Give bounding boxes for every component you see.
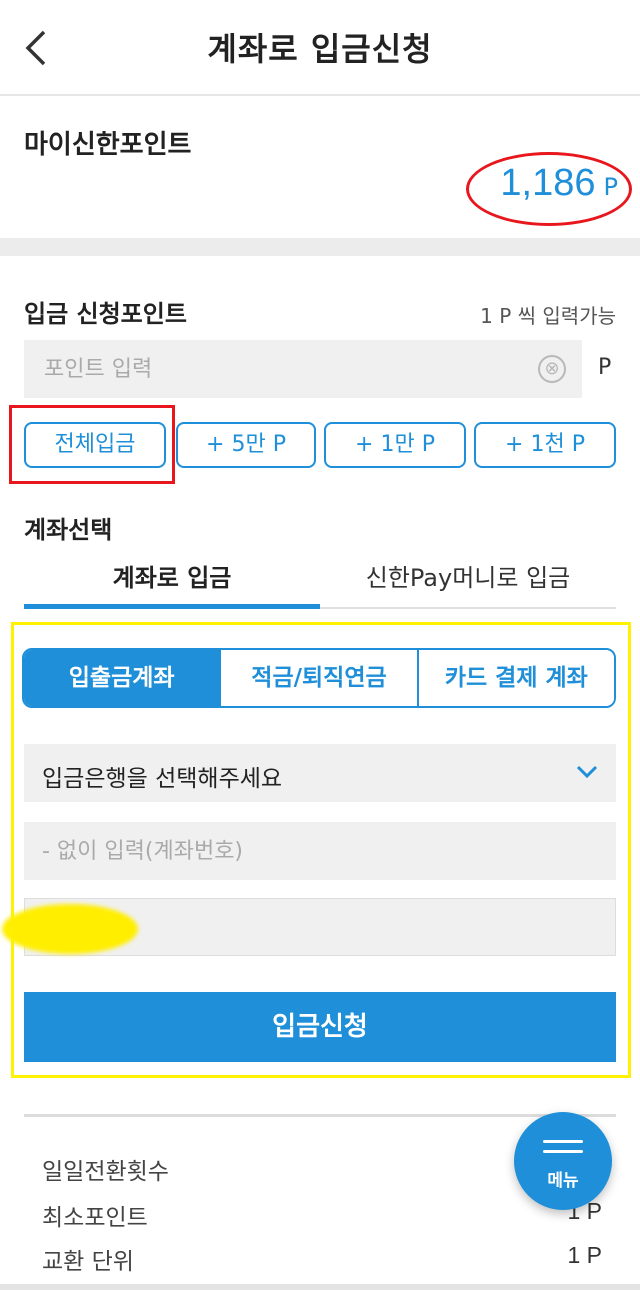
- section-divider: [0, 238, 640, 256]
- my-point-unit: P: [603, 173, 618, 201]
- my-point-section: 마이신한포인트 1,186 P: [0, 98, 640, 238]
- my-point-balance: 1,186 P: [500, 162, 618, 205]
- add-1000-button[interactable]: + 1천 P: [474, 422, 616, 468]
- app-header: 계좌로 입금신청: [0, 0, 640, 96]
- add-50000-button[interactable]: + 5만 P: [176, 422, 316, 468]
- info-value: 1 P: [567, 1242, 602, 1268]
- info-label: 최소포인트: [42, 1205, 148, 1231]
- info-row-exchange-unit: 교환 단위 1 P: [42, 1242, 602, 1276]
- menu-fab-button[interactable]: 메뉴: [514, 1112, 612, 1210]
- bank-select[interactable]: 입금은행을 선택해주세요: [24, 744, 616, 802]
- tab-active-indicator: [24, 604, 320, 609]
- page-title: 계좌로 입금신청: [207, 30, 433, 68]
- hamburger-icon: [543, 1140, 583, 1160]
- bank-select-label: 입금은행을 선택해주세요: [42, 766, 283, 792]
- segment-savings-pension[interactable]: 적금/퇴직연금: [219, 650, 417, 706]
- tab-account-deposit[interactable]: 계좌로 입금: [24, 548, 320, 608]
- account-number-input[interactable]: [24, 822, 616, 880]
- clear-icon[interactable]: ⊗: [538, 355, 566, 383]
- point-input[interactable]: [24, 340, 582, 398]
- my-point-value: 1,186: [500, 162, 596, 204]
- info-divider: [24, 1114, 616, 1117]
- deposit-request-button[interactable]: 입금신청: [24, 992, 616, 1062]
- account-type-segment: 입출금계좌 적금/퇴직연금 카드 결제 계좌: [22, 648, 616, 708]
- bottom-edge: [0, 1284, 640, 1290]
- deposit-all-button[interactable]: 전체입금: [24, 422, 166, 468]
- my-point-label: 마이신한포인트: [24, 130, 192, 160]
- apply-point-hint: 1 P 씩 입력가능: [480, 304, 616, 328]
- add-10000-button[interactable]: + 1만 P: [324, 422, 466, 468]
- tab-pay-money-deposit[interactable]: 신한Pay머니로 입금: [320, 548, 616, 608]
- menu-label: 메뉴: [547, 1171, 579, 1191]
- info-row-min-point: 최소포인트 1 P: [42, 1198, 602, 1232]
- chevron-down-icon: [576, 765, 598, 779]
- info-label: 일일전환횟수: [42, 1159, 169, 1185]
- point-input-unit: P: [598, 355, 612, 380]
- apply-point-label: 입금 신청포인트: [24, 300, 187, 328]
- segment-checking-account[interactable]: 입출금계좌: [24, 650, 220, 706]
- redaction-mark: [2, 904, 138, 954]
- segment-card-payment-account[interactable]: 카드 결제 계좌: [416, 650, 614, 706]
- account-select-label: 계좌선택: [24, 516, 113, 544]
- info-label: 교환 단위: [42, 1249, 134, 1275]
